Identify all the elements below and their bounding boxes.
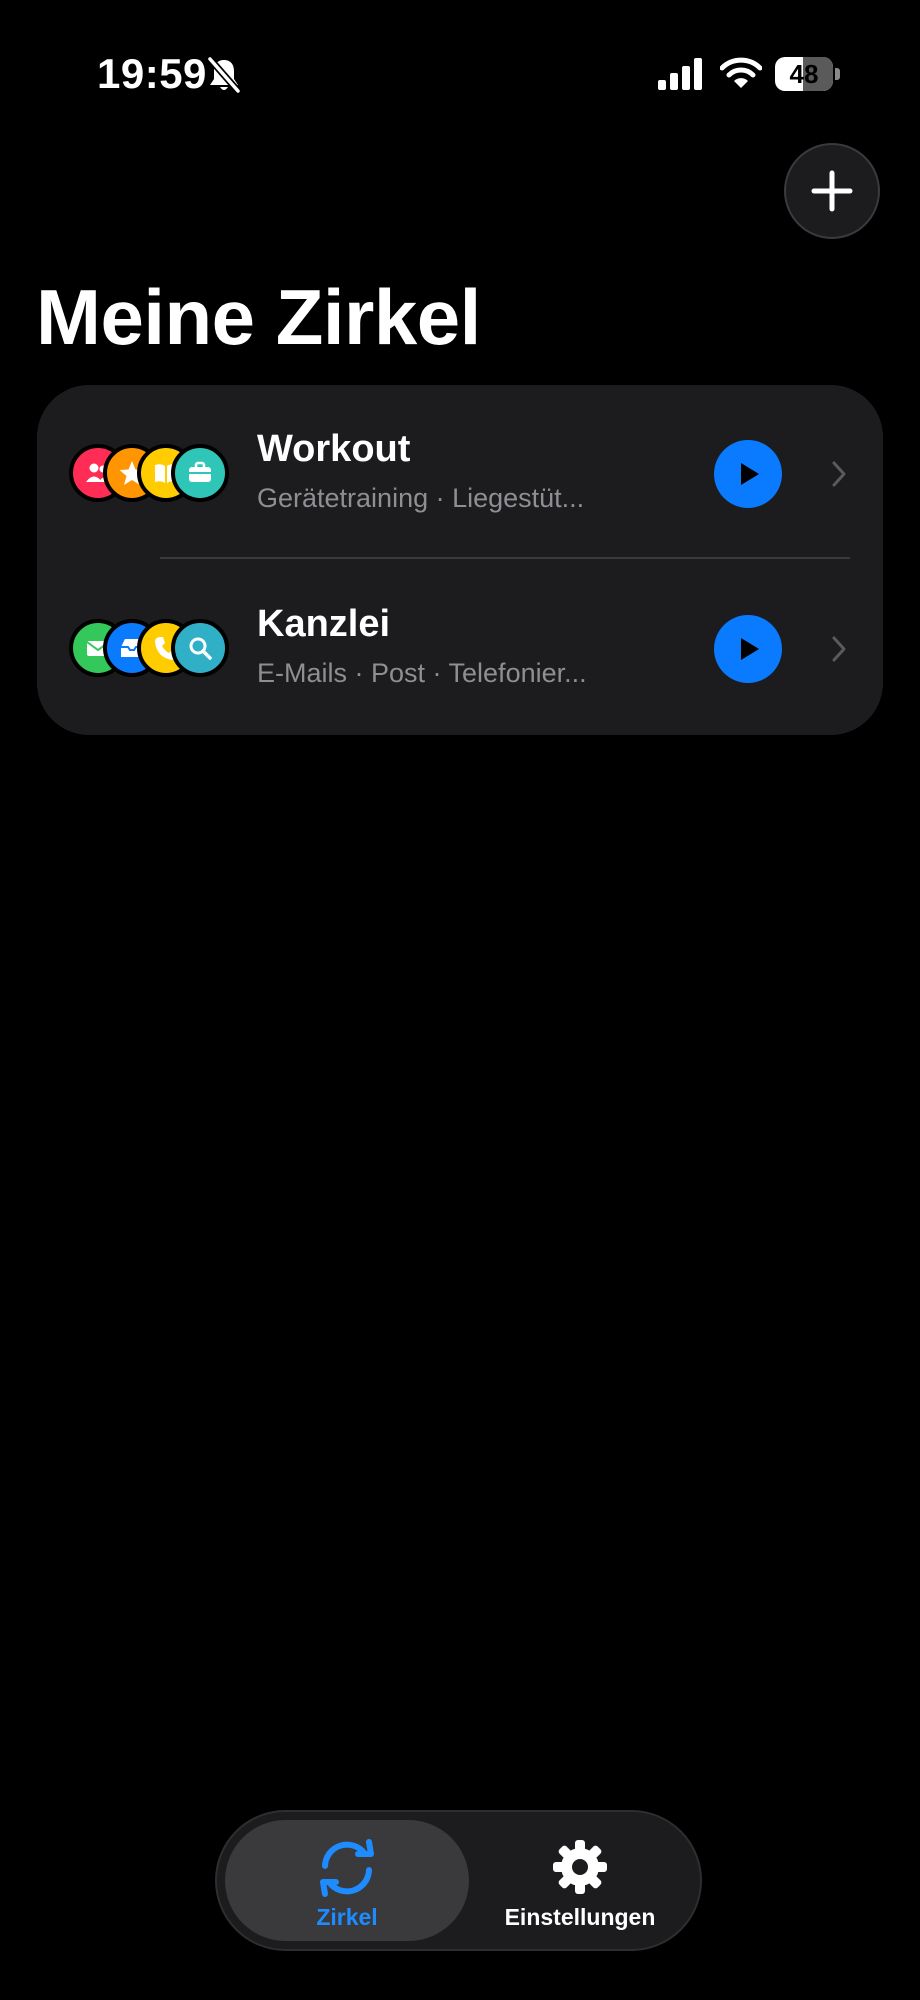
chevron-right-icon [832, 636, 846, 662]
battery-icon: 48 [775, 57, 841, 91]
magnifier-icon [171, 619, 229, 677]
add-circle-button[interactable] [784, 143, 880, 239]
wifi-icon [720, 57, 762, 88]
status-bar: 19:59 48 [0, 0, 920, 150]
play-button[interactable] [714, 440, 782, 508]
briefcase-icon [171, 444, 229, 502]
tab-einstellungen[interactable]: Einstellungen [469, 1820, 691, 1941]
circle-subtitle: Gerätetraining · Liegestüt... [257, 483, 585, 513]
circle-row-workout[interactable]: Workout Gerätetraining · Liegestüt... [37, 385, 883, 560]
battery-cap [835, 68, 840, 80]
circle-icon-stack [69, 444, 229, 502]
bell-slash-icon [207, 56, 241, 94]
cellular-signal-icon [658, 58, 702, 90]
play-icon [741, 638, 759, 660]
status-time: 19:59 [97, 50, 207, 97]
play-icon [741, 463, 759, 485]
chevron-right-icon [832, 461, 846, 487]
circle-icon-stack [69, 619, 229, 677]
row-divider [160, 557, 850, 559]
battery-level: 48 [789, 59, 819, 89]
tab-label: Zirkel [316, 1904, 378, 1930]
gear-icon [553, 1840, 607, 1894]
plus-icon [811, 170, 853, 212]
cycle-arrows-icon [320, 1839, 374, 1897]
tab-zirkel[interactable]: Zirkel [225, 1820, 469, 1941]
circle-row-kanzlei[interactable]: Kanzlei E-Mails · Post · Telefonier... [37, 560, 883, 735]
tab-bar: Zirkel Einstellungen [215, 1810, 702, 1951]
circle-list: Workout Gerätetraining · Liegestüt... Ka… [37, 385, 883, 735]
circle-subtitle: E-Mails · Post · Telefonier... [257, 658, 587, 688]
tab-label: Einstellungen [504, 1904, 656, 1930]
play-button[interactable] [714, 615, 782, 683]
circle-title: Kanzlei [257, 603, 391, 645]
circle-title: Workout [257, 428, 411, 470]
page-title: Meine Zirkel [36, 273, 481, 361]
